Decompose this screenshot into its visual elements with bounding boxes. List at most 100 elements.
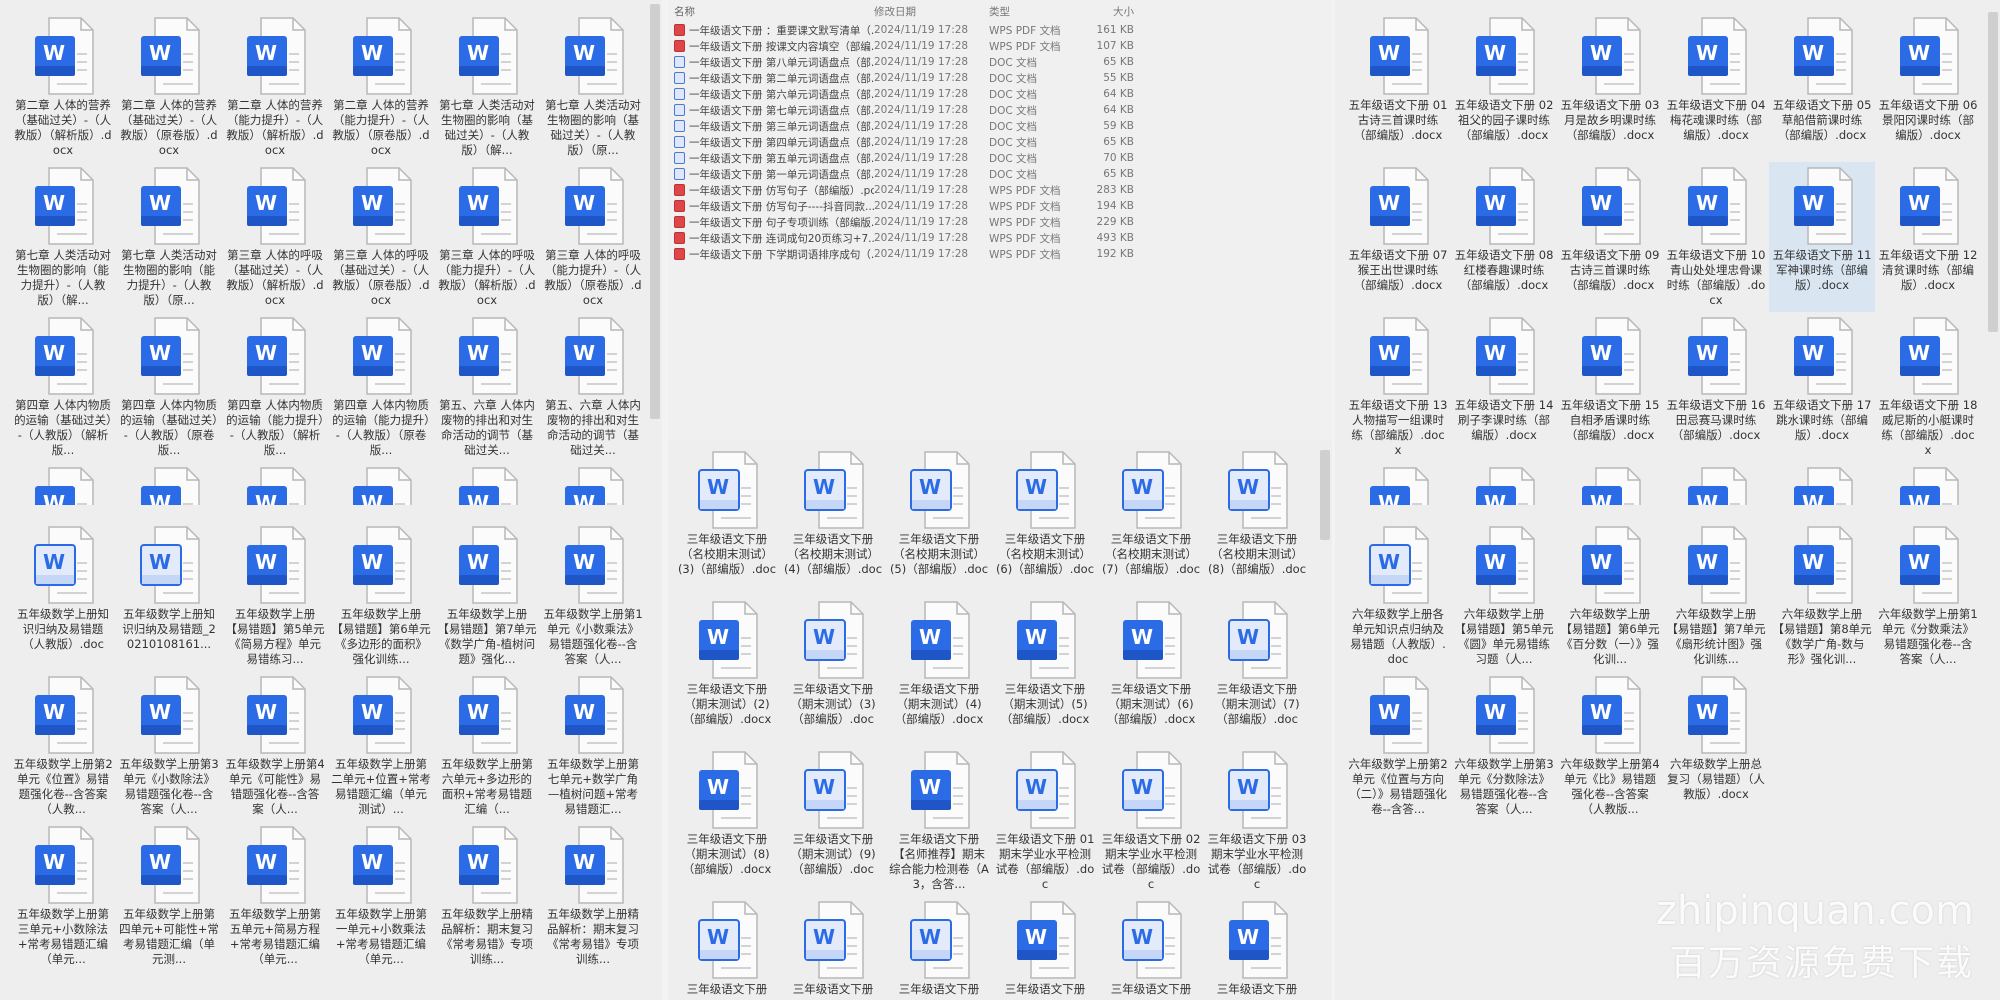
- file-item[interactable]: W 五年级语文下册 14 刷子李课时练（部编版）.docx: [1451, 312, 1557, 462]
- file-item[interactable]: W 五年级数学上册精品解析：期末复习《常考易错》专项训练...: [434, 821, 540, 971]
- file-item[interactable]: W 三年级语文下册（期末测试）(8)（部编版）.docx: [674, 746, 780, 896]
- file-item[interactable]: W 五年级数学上册知识归纳及易错题_20210108161...: [116, 521, 222, 671]
- file-item[interactable]: W 第三章 人体的呼吸（基础过关）-（人教版）（解析版）.docx: [222, 162, 328, 312]
- file-item[interactable]: W 五年级数学上册第4单元《可能性》易错题强化卷--含答案（人...: [222, 671, 328, 821]
- file-item-clipped[interactable]: W: [10, 462, 116, 505]
- list-row[interactable]: 一年级语文下册 第五单元词语盘点（部... 2024/11/19 17:28 D…: [674, 150, 1134, 166]
- file-item[interactable]: W 五年级数学上册第一单元+小数乘法+常考易错题汇编（单元...: [328, 821, 434, 971]
- file-item[interactable]: W 第二章 人体的营养（基础过关）-（人教版）（解析版）.docx: [10, 12, 116, 162]
- list-row[interactable]: 一年级语文下册 ：重要课文默写清单（... 2024/11/19 17:28 W…: [674, 22, 1134, 38]
- file-item[interactable]: W 三年级语文下册（名校期末测试）(8)（部编版）.doc: [1204, 446, 1310, 596]
- file-item[interactable]: W 第五、六章 人体内废物的排出和对生命活动的调节（基础过关...: [434, 312, 540, 462]
- file-item[interactable]: W 第四章 人体内物质的运输（能力提升）-（人教版）（解析版...: [222, 312, 328, 462]
- file-item[interactable]: W 第二章 人体的营养（能力提升）-（人教版）（解析版）.docx: [222, 12, 328, 162]
- file-item[interactable]: W 五年级语文下册 18 威尼斯的小艇课时练（部编版）.docx: [1875, 312, 1981, 462]
- file-item[interactable]: W 五年级数学上册【易错题】第7单元《数学广角-植树问题》强化...: [434, 521, 540, 671]
- file-item-clipped[interactable]: W: [1663, 462, 1769, 505]
- file-item[interactable]: W 六年级数学上册第3单元《分数除法》易错题强化卷--含答案（人...: [1451, 671, 1557, 821]
- file-item[interactable]: W 三年级语文下册（期末测试）(4)（部编版）.docx: [886, 596, 992, 746]
- file-item-clipped[interactable]: W: [222, 462, 328, 505]
- file-item[interactable]: W 五年级数学上册第三单元+小数除法+常考易错题汇编（单元...: [10, 821, 116, 971]
- file-item[interactable]: W 第二章 人体的营养（能力提升）-（人教版）（原卷版）.docx: [328, 12, 434, 162]
- file-item[interactable]: W 五年级语文下册 12 清贫课时练（部编版）.docx: [1875, 162, 1981, 312]
- list-row[interactable]: 一年级语文下册 下学期词语排序成句（... 2024/11/19 17:28 W…: [674, 246, 1134, 262]
- file-item[interactable]: W 五年级语文下册 07 猴王出世课时练（部编版）.docx: [1345, 162, 1451, 312]
- scrollbar[interactable]: [1320, 450, 1330, 540]
- file-item[interactable]: W 五年级语文下册 01 古诗三首课时练（部编版）.docx: [1345, 12, 1451, 162]
- list-row[interactable]: 一年级语文下册 连词成句20页练习+7... 2024/11/19 17:28 …: [674, 230, 1134, 246]
- file-item[interactable]: W 六年级数学上册【易错题】第6单元《百分数（一）》强化训...: [1557, 521, 1663, 671]
- list-row[interactable]: 一年级语文下册 第六单元词语盘点（部... 2024/11/19 17:28 D…: [674, 86, 1134, 102]
- file-item[interactable]: W 三年级语文下册（期末测试）(6)（部编版）.docx: [1098, 596, 1204, 746]
- file-item[interactable]: W 六年级数学上册第1单元《分数乘法》易错题强化卷--含答案（人...: [1875, 521, 1981, 671]
- file-item[interactable]: W 第三章 人体的呼吸（能力提升）-（人教版）（原卷版）.docx: [540, 162, 646, 312]
- file-item-clipped[interactable]: W: [116, 462, 222, 505]
- file-item[interactable]: W 三年级语文下册（名校期末测试）(7)（部编版）.doc: [1098, 446, 1204, 596]
- list-row[interactable]: 一年级语文下册 第四单元词语盘点（部... 2024/11/19 17:28 D…: [674, 134, 1134, 150]
- file-item[interactable]: W 五年级数学上册第2单元《位置》易错题强化卷--含答案（人教...: [10, 671, 116, 821]
- file-item[interactable]: W 三年级语文下册（名校期末测试）(4)（部编版）.doc: [780, 446, 886, 596]
- file-item[interactable]: W 第二章 人体的营养（基础过关）-（人教版）（原卷版）.docx: [116, 12, 222, 162]
- file-item[interactable]: W 五年级语文下册 09 古诗三首课时练（部编版）.docx: [1557, 162, 1663, 312]
- file-item[interactable]: W 三年级语文下册: [886, 896, 992, 1000]
- file-item[interactable]: W 五年级语文下册 06 景阳冈课时练（部编版）.docx: [1875, 12, 1981, 162]
- file-item[interactable]: W 第七章 人类活动对生物圈的影响（能力提升）-（人教版）（解...: [10, 162, 116, 312]
- file-item[interactable]: W 三年级语文下册（期末测试）(2)（部编版）.docx: [674, 596, 780, 746]
- file-item[interactable]: W 三年级语文下册【名师推荐】期末综合能力检测卷（A3，含答...: [886, 746, 992, 896]
- file-item[interactable]: W 第七章 人类活动对生物圈的影响（基础过关）-（人教版）（原...: [540, 12, 646, 162]
- list-row[interactable]: 一年级语文下册 第七单元词语盘点（部... 2024/11/19 17:28 D…: [674, 102, 1134, 118]
- file-item[interactable]: W 五年级数学上册第七单元+数学广角—植树问题+常考易错题汇...: [540, 671, 646, 821]
- file-item-clipped[interactable]: W: [1769, 462, 1875, 505]
- file-item[interactable]: W 三年级语文下册: [780, 896, 886, 1000]
- file-item[interactable]: W 六年级数学上册各单元知识点归纳及易错题（人教版）.doc: [1345, 521, 1451, 671]
- column-header-size[interactable]: 大小: [1084, 4, 1134, 19]
- file-item[interactable]: W 五年级语文下册 08 红楼春趣课时练（部编版）.docx: [1451, 162, 1557, 312]
- list-row[interactable]: 一年级语文下册 按课文内容填空（部编... 2024/11/19 17:28 W…: [674, 38, 1134, 54]
- file-item[interactable]: W 六年级数学上册【易错题】第8单元《数学广角-数与形》强化训...: [1769, 521, 1875, 671]
- scrollbar[interactable]: [1988, 12, 1998, 332]
- file-item[interactable]: W 五年级语文下册 10 青山处处埋忠骨课时练（部编版）.docx: [1663, 162, 1769, 312]
- file-item[interactable]: W 五年级数学上册第五单元+简易方程+常考易错题汇编（单元...: [222, 821, 328, 971]
- list-row[interactable]: 一年级语文下册 仿写句子（部编版）.pdf 2024/11/19 17:28 W…: [674, 182, 1134, 198]
- file-item[interactable]: W 五年级语文下册 16 田忌赛马课时练（部编版）.docx: [1663, 312, 1769, 462]
- file-item-clipped[interactable]: W: [540, 462, 646, 505]
- file-item[interactable]: W 五年级数学上册第1单元《小数乘法》易错题强化卷--含答案（人...: [540, 521, 646, 671]
- file-item-clipped[interactable]: W: [1451, 462, 1557, 505]
- file-item[interactable]: W 五年级数学上册知识归纳及易错题（人教版）.doc: [10, 521, 116, 671]
- file-item[interactable]: W 五年级数学上册第六单元+多边形的面积+常考易错题汇编（...: [434, 671, 540, 821]
- file-item[interactable]: W 五年级数学上册【易错题】第5单元《简易方程》单元易错练习...: [222, 521, 328, 671]
- file-item-clipped[interactable]: W: [1345, 462, 1451, 505]
- list-row[interactable]: 一年级语文下册 第二单元词语盘点（部... 2024/11/19 17:28 D…: [674, 70, 1134, 86]
- file-item[interactable]: W 五年级数学上册【易错题】第6单元《多边形的面积》强化训练...: [328, 521, 434, 671]
- list-row[interactable]: 一年级语文下册 第三单元词语盘点（部... 2024/11/19 17:28 D…: [674, 118, 1134, 134]
- file-item[interactable]: W 第五、六章 人体内废物的排出和对生命活动的调节（基础过关...: [540, 312, 646, 462]
- column-header-type[interactable]: 类型: [989, 4, 1084, 19]
- file-item[interactable]: W 三年级语文下册（名校期末测试）(5)（部编版）.doc: [886, 446, 992, 596]
- file-item[interactable]: W 六年级数学上册【易错题】第7单元《扇形统计图》强化训练...: [1663, 521, 1769, 671]
- file-item[interactable]: W 第四章 人体内物质的运输（基础过关）-（人教版）（原卷版...: [116, 312, 222, 462]
- file-item[interactable]: W 三年级语文下册（期末测试）(9)（部编版）.doc: [780, 746, 886, 896]
- file-item[interactable]: W 五年级语文下册 05 草船借箭课时练（部编版）.docx: [1769, 12, 1875, 162]
- file-item[interactable]: W 五年级语文下册 11 军神课时练（部编版）.docx: [1769, 162, 1875, 312]
- file-item[interactable]: W 五年级数学上册第四单元+可能性+常考易错题汇编（单元测...: [116, 821, 222, 971]
- file-item[interactable]: W 六年级数学上册【易错题】第5单元《圆》单元易错练习题（人...: [1451, 521, 1557, 671]
- file-item[interactable]: W 三年级语文下册（名校期末测试）(6)（部编版）.doc: [992, 446, 1098, 596]
- file-item[interactable]: W 五年级数学上册精品解析：期末复习《常考易错》专项训练...: [540, 821, 646, 971]
- list-row[interactable]: 一年级语文下册 第一单元词语盘点（部... 2024/11/19 17:28 D…: [674, 166, 1134, 182]
- file-item[interactable]: W 第三章 人体的呼吸（基础过关）-（人教版）（原卷版）.docx: [328, 162, 434, 312]
- file-item[interactable]: W 第七章 人类活动对生物圈的影响（基础过关）-（人教版）（解...: [434, 12, 540, 162]
- file-item[interactable]: W 五年级语文下册 15 自相矛盾课时练（部编版）.docx: [1557, 312, 1663, 462]
- file-item[interactable]: W 第七章 人类活动对生物圈的影响（能力提升）-（人教版）（原...: [116, 162, 222, 312]
- column-header-name[interactable]: 名称: [674, 4, 874, 19]
- file-item[interactable]: W 五年级语文下册 17 跳水课时练（部编版）.docx: [1769, 312, 1875, 462]
- file-item[interactable]: W 五年级数学上册第二单元+位置+常考易错题汇编（单元测试）...: [328, 671, 434, 821]
- file-item[interactable]: W 三年级语文下册: [1204, 896, 1310, 1000]
- file-item[interactable]: W 三年级语文下册（期末测试）(5)（部编版）.docx: [992, 596, 1098, 746]
- file-item[interactable]: W 五年级语文下册 04 梅花魂课时练（部编版）.docx: [1663, 12, 1769, 162]
- file-item[interactable]: W 三年级语文下册: [992, 896, 1098, 1000]
- file-item-clipped[interactable]: W: [434, 462, 540, 505]
- file-item[interactable]: W 三年级语文下册（期末测试）(3)（部编版）.doc: [780, 596, 886, 746]
- file-item[interactable]: W 五年级数学上册第3单元《小数除法》易错题强化卷--含答案（人...: [116, 671, 222, 821]
- file-item[interactable]: W 六年级数学上册总复习（易错题）（人教版）.docx: [1663, 671, 1769, 821]
- list-row[interactable]: 一年级语文下册 句子专项训练（部编版... 2024/11/19 17:28 W…: [674, 214, 1134, 230]
